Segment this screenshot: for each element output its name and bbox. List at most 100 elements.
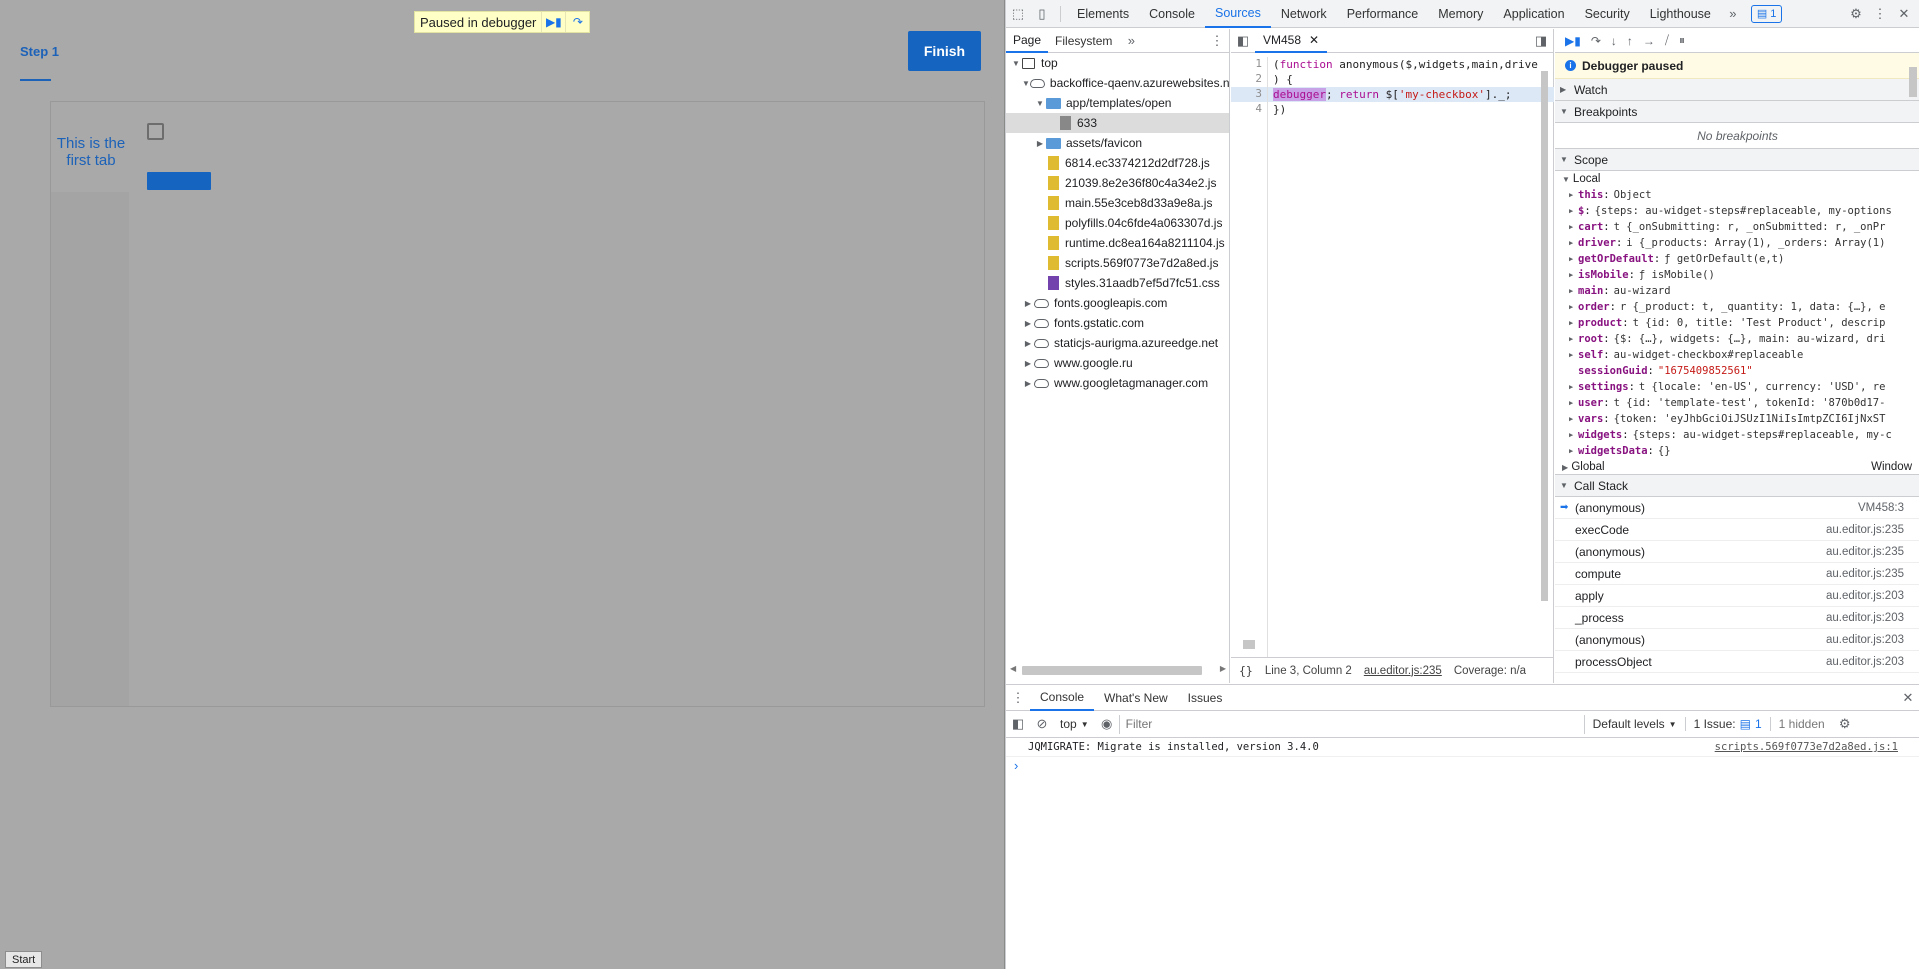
expand-triangle-icon[interactable]: ▶ xyxy=(1022,359,1034,368)
collapse-triangle-icon[interactable]: ▼ xyxy=(1022,79,1030,88)
start-button[interactable]: Start xyxy=(5,951,43,968)
scope-variable[interactable]: ▶ self: au-widget-checkbox#replaceable xyxy=(1555,347,1919,363)
code-line-4[interactable]: 4}) xyxy=(1231,102,1554,117)
finish-button[interactable]: Finish xyxy=(908,31,981,71)
call-frame[interactable]: execCode au.editor.js:235 xyxy=(1555,519,1919,541)
my-checkbox[interactable] xyxy=(147,123,164,140)
watch-section-header[interactable]: ▶ Watch xyxy=(1555,79,1919,101)
tab-step-1[interactable]: Step 1 xyxy=(20,44,59,59)
more-navigator-tabs-icon[interactable]: » xyxy=(1119,28,1143,54)
tree-item[interactable]: runtime.dc8ea164a8211104.js xyxy=(1006,233,1229,253)
tree-item[interactable]: styles.31aadb7ef5d7fc51.css xyxy=(1006,273,1229,293)
tab-page[interactable]: Page xyxy=(1006,29,1049,53)
close-drawer-icon[interactable]: ✕ xyxy=(1896,685,1919,711)
tab-console[interactable]: Console xyxy=(1139,0,1205,28)
tree-item[interactable]: ▶ www.google.ru xyxy=(1006,353,1229,373)
call-frame[interactable]: apply au.editor.js:203 xyxy=(1555,585,1919,607)
tab-lighthouse[interactable]: Lighthouse xyxy=(1640,0,1721,28)
tab-filesystem[interactable]: Filesystem xyxy=(1048,29,1119,53)
scope-variable[interactable]: ▶ main: au-wizard xyxy=(1555,283,1919,299)
scrollbar-thumb[interactable] xyxy=(1022,666,1202,675)
code-line-3-current[interactable]: 3 debugger; return $['my-checkbox']._; xyxy=(1231,87,1554,102)
scrollbar-thumb[interactable] xyxy=(1909,67,1917,97)
call-frame[interactable]: _process au.editor.js:203 xyxy=(1555,607,1919,629)
kebab-menu-icon[interactable]: ⋮ xyxy=(1868,1,1892,27)
call-frame[interactable]: ➡ (anonymous) VM458:3 xyxy=(1555,497,1919,519)
scope-variable[interactable]: ▶ settings: t {locale: 'en-US', currency: … xyxy=(1555,379,1919,395)
scope-variable[interactable]: sessionGuid: "1675409852561" xyxy=(1555,363,1919,379)
console-filter-input[interactable] xyxy=(1118,714,1585,734)
scope-local-header[interactable]: ▼ Local xyxy=(1555,171,1919,187)
tree-item[interactable]: ▶ staticjs-aurigma.azureedge.net xyxy=(1006,333,1229,353)
step-into-icon[interactable]: ↓ xyxy=(1611,34,1617,48)
call-frame-location[interactable]: au.editor.js:203 xyxy=(1826,612,1904,624)
navigator-menu-icon[interactable]: ⋮ xyxy=(1205,28,1229,54)
scope-variable[interactable]: ▶ getOrDefault: ƒ getOrDefault(e,t) xyxy=(1555,251,1919,267)
step-over-icon[interactable]: ↷ xyxy=(1591,34,1601,48)
tree-item[interactable]: polyfills.04c6fde4a063307d.js xyxy=(1006,213,1229,233)
scroll-right-icon[interactable]: ▶ xyxy=(1220,664,1226,673)
tree-item[interactable]: ▶ www.googletagmanager.com xyxy=(1006,373,1229,393)
scrollbar-thumb[interactable] xyxy=(1541,71,1548,601)
tab-sources[interactable]: Sources xyxy=(1204,0,1271,28)
tree-item[interactable]: scripts.569f0773e7d2a8ed.js xyxy=(1006,253,1229,273)
expand-triangle-icon[interactable]: ▶ xyxy=(1022,319,1034,328)
more-tabs-icon[interactable]: » xyxy=(1721,1,1745,27)
collapse-triangle-icon[interactable]: ▼ xyxy=(1010,59,1022,68)
breakpoints-section-header[interactable]: ▼ Breakpoints xyxy=(1555,101,1919,123)
console-prompt[interactable]: › xyxy=(1006,757,1919,774)
step-icon[interactable]: → xyxy=(1643,34,1655,48)
close-tab-icon[interactable]: ✕ xyxy=(1309,33,1319,47)
editor-vertical-scrollbar[interactable] xyxy=(1538,57,1552,617)
tab-performance[interactable]: Performance xyxy=(1337,0,1429,28)
scope-variable[interactable]: ▶ root: {$: {…}, widgets: {…}, main: au-wi… xyxy=(1555,331,1919,347)
code-line-2[interactable]: 2) { xyxy=(1231,72,1554,87)
scroll-left-icon[interactable]: ◀ xyxy=(1010,664,1016,673)
tab-console[interactable]: Console xyxy=(1030,685,1095,711)
scope-variable[interactable]: ▶ widgets: {steps: au-widget-steps#replace… xyxy=(1555,427,1919,443)
scrollbar-thumb[interactable] xyxy=(1243,640,1255,649)
line-number[interactable]: 3 xyxy=(1231,87,1268,102)
call-frame-location[interactable]: au.editor.js:235 xyxy=(1826,546,1904,558)
tree-item[interactable]: ▼ backoffice-qaenv.azurewebsites.net xyxy=(1006,73,1229,93)
call-frame-location[interactable]: au.editor.js:203 xyxy=(1826,590,1904,602)
first-tab-label[interactable]: This is the first tab xyxy=(51,135,131,169)
editor-horizontal-scrollbar[interactable] xyxy=(1231,637,1538,651)
navigator-horizontal-scrollbar[interactable]: ◀ ▶ xyxy=(1010,664,1226,676)
line-number[interactable]: 2 xyxy=(1231,72,1268,87)
tree-item[interactable]: ▶ fonts.gstatic.com xyxy=(1006,313,1229,333)
toggle-debugger-icon[interactable]: ◨ xyxy=(1529,28,1553,54)
expand-triangle-icon[interactable]: ▶ xyxy=(1034,139,1046,148)
tree-item[interactable]: ▶ fonts.googleapis.com xyxy=(1006,293,1229,313)
code-content[interactable]: 1 (function anonymous($,widgets,main,driv… xyxy=(1231,57,1554,657)
expand-triangle-icon[interactable]: ▶ xyxy=(1022,339,1034,348)
tree-item[interactable]: 633 xyxy=(1006,113,1229,133)
issues-counter[interactable]: ▤ 1 xyxy=(1750,4,1783,23)
tab-network[interactable]: Network xyxy=(1271,0,1337,28)
call-frame-location[interactable]: VM458:3 xyxy=(1858,502,1904,514)
pause-on-exceptions-icon[interactable]: ⏸ xyxy=(1679,33,1685,48)
deactivate-breakpoints-icon[interactable]: ⧸ xyxy=(1665,33,1669,48)
context-selector[interactable]: top ▼ xyxy=(1054,717,1095,731)
tab-elements[interactable]: Elements xyxy=(1067,0,1139,28)
call-frame[interactable]: processObject au.editor.js:203 xyxy=(1555,651,1919,673)
call-frame-location[interactable]: au.editor.js:235 xyxy=(1826,568,1904,580)
code-line-1[interactable]: 1 (function anonymous($,widgets,main,driv… xyxy=(1231,57,1554,72)
tree-item[interactable]: 6814.ec3374212d2df728.js xyxy=(1006,153,1229,173)
settings-gear-icon[interactable]: ⚙ xyxy=(1844,1,1868,27)
call-stack-section-header[interactable]: ▼ Call Stack xyxy=(1555,475,1919,497)
toggle-navigator-icon[interactable]: ◧ xyxy=(1231,28,1255,54)
scope-global-row[interactable]: ▶ Global Window xyxy=(1555,459,1919,475)
tab-security[interactable]: Security xyxy=(1575,0,1640,28)
live-expression-eye-icon[interactable]: ◉ xyxy=(1095,711,1119,737)
close-icon[interactable]: ✕ xyxy=(1892,1,1916,27)
call-frame-location[interactable]: au.editor.js:203 xyxy=(1826,634,1904,646)
console-settings-icon[interactable]: ⚙ xyxy=(1833,711,1857,737)
scope-variable[interactable]: ▶ order: r {_product: t, _quantity: 1, dat… xyxy=(1555,299,1919,315)
step-over-icon[interactable]: ↷ xyxy=(565,12,589,32)
tab-whats-new[interactable]: What's New xyxy=(1094,685,1178,711)
issues-button[interactable]: 1 Issue: ▤ 1 xyxy=(1684,717,1771,731)
tab-application[interactable]: Application xyxy=(1493,0,1574,28)
tree-item[interactable]: 21039.8e2e36f80c4a34e2.js xyxy=(1006,173,1229,193)
scope-variable[interactable]: ▶ vars: {token: 'eyJhbGciOiJSUzI1NiIsImtpZ… xyxy=(1555,411,1919,427)
